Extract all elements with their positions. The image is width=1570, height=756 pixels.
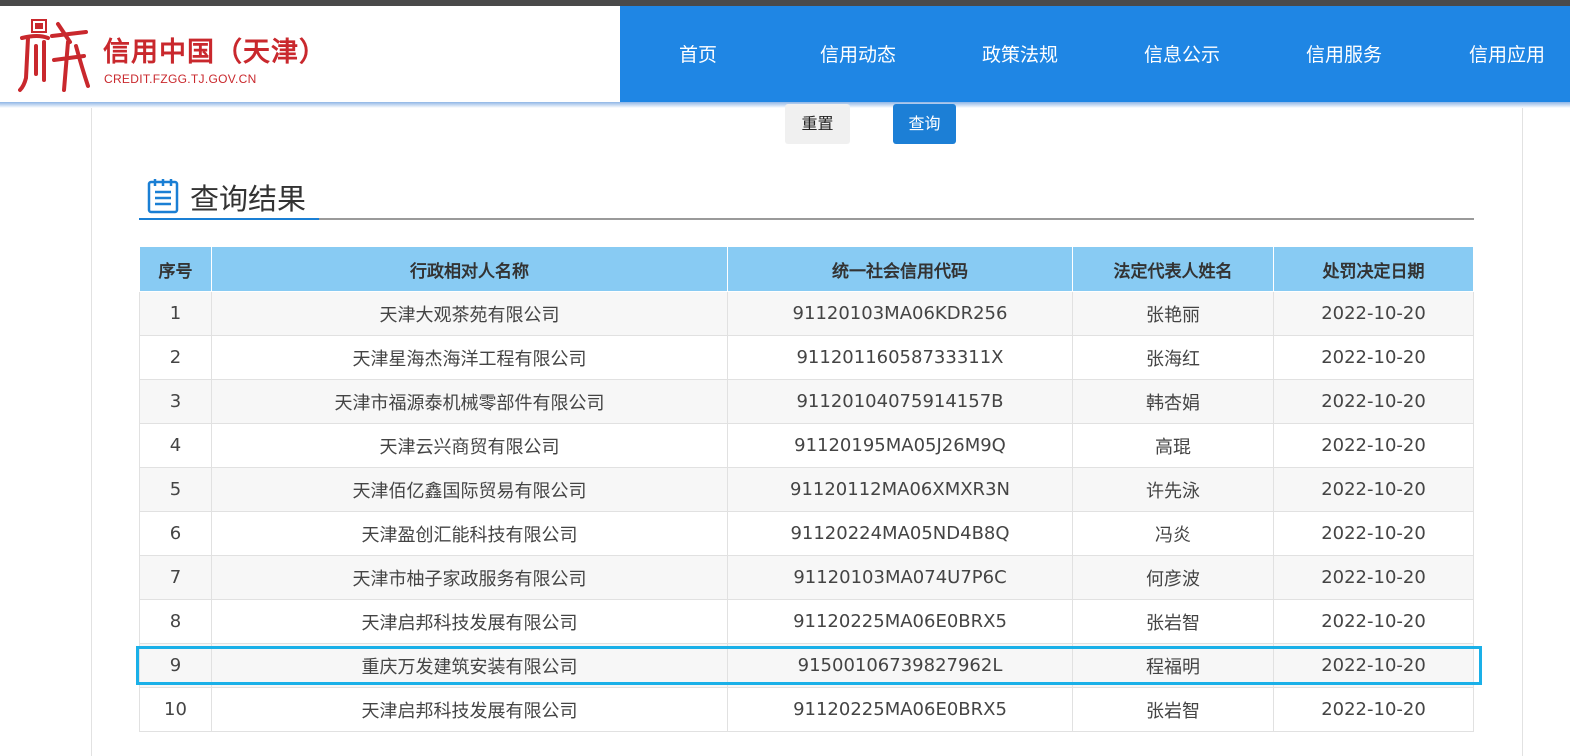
results-table: 序号 行政相对人名称 统一社会信用代码 法定代表人姓名 处罚决定日期 1 天津大观… — [139, 246, 1474, 732]
table-row[interactable]: 3 天津市福源泰机械零部件有限公司 91120104075914157B 韩杏娟 202… — [139, 379, 1474, 424]
results-section-header: 查询结果 — [139, 172, 1474, 220]
cell-decision-date: 2022-10-20 — [1273, 423, 1474, 468]
table-row[interactable]: 6 天津盈创汇能科技有限公司 91120224MA05ND4B8Q 冯炎 2022-10… — [139, 511, 1474, 556]
cell-decision-date: 2022-10-20 — [1273, 379, 1474, 424]
nav-item-policy[interactable]: 政策法规 — [982, 40, 1058, 67]
cell-decision-date: 2022-10-20 — [1273, 467, 1474, 512]
table-row[interactable]: 5 天津佰亿鑫国际贸易有限公司 91120112MA06XMXR3N 许先泳 2022-… — [139, 467, 1474, 512]
cell-credit-code: 91120225MA06E0BRX5 — [727, 687, 1073, 732]
cell-index: 6 — [139, 511, 212, 556]
cell-index: 8 — [139, 599, 212, 644]
cell-legal-rep: 高琨 — [1072, 423, 1274, 468]
cell-credit-code: 91500106739827962L — [727, 643, 1073, 688]
cell-credit-code: 91120103MA06KDR256 — [727, 291, 1073, 336]
cell-legal-rep: 张岩智 — [1072, 599, 1274, 644]
cell-name: 天津启邦科技发展有限公司 — [211, 687, 728, 732]
cell-legal-rep: 冯炎 — [1072, 511, 1274, 556]
logo-title: 信用中国（天津） — [103, 37, 327, 68]
cell-decision-date: 2022-10-20 — [1273, 291, 1474, 336]
cell-decision-date: 2022-10-20 — [1273, 511, 1474, 556]
column-header-index: 序号 — [139, 246, 212, 292]
column-header-credit-code: 统一社会信用代码 — [727, 246, 1073, 292]
cell-name: 天津云兴商贸有限公司 — [211, 423, 728, 468]
cell-legal-rep: 张岩智 — [1072, 687, 1274, 732]
column-header-decision-date: 处罚决定日期 — [1273, 246, 1474, 292]
nav-item-credit-service[interactable]: 信用服务 — [1306, 40, 1382, 67]
cell-name: 天津市柚子家政服务有限公司 — [211, 555, 728, 600]
cell-index: 3 — [139, 379, 212, 424]
table-row[interactable]: 8 天津启邦科技发展有限公司 91120225MA06E0BRX5 张岩智 2022-1… — [139, 599, 1474, 644]
query-button[interactable]: 查询 — [893, 104, 956, 144]
cell-decision-date: 2022-10-20 — [1273, 643, 1474, 688]
cell-index: 5 — [139, 467, 212, 512]
table-row[interactable]: 10 天津启邦科技发展有限公司 91120225MA06E0BRX5 张岩智 2022-… — [139, 687, 1474, 732]
section-divider — [139, 218, 1474, 220]
cell-decision-date: 2022-10-20 — [1273, 599, 1474, 644]
reset-button[interactable]: 重置 — [785, 104, 850, 144]
site-logo[interactable]: 信用中国（天津） CREDIT.FZGG.TJ.GOV.CN — [0, 6, 620, 102]
column-header-name: 行政相对人名称 — [211, 246, 728, 292]
nav-item-credit-news[interactable]: 信用动态 — [820, 40, 896, 67]
cell-index: 9 — [139, 643, 212, 688]
cell-name: 天津启邦科技发展有限公司 — [211, 599, 728, 644]
cell-name: 天津星海杰海洋工程有限公司 — [211, 335, 728, 380]
table-row[interactable]: 4 天津云兴商贸有限公司 91120195MA05J26M9Q 高琨 2022-10-2… — [139, 423, 1474, 468]
credit-seal-icon — [18, 19, 90, 92]
cell-legal-rep: 程福明 — [1072, 643, 1274, 688]
content-border-left — [91, 108, 92, 756]
cell-legal-rep: 许先泳 — [1072, 467, 1274, 512]
table-row[interactable]: 9 重庆万发建筑安装有限公司 91500106739827962L 程福明 2022-1… — [139, 643, 1474, 688]
cell-legal-rep: 张海红 — [1072, 335, 1274, 380]
cell-decision-date: 2022-10-20 — [1273, 335, 1474, 380]
document-list-icon — [147, 179, 179, 214]
table-row[interactable]: 7 天津市柚子家政服务有限公司 91120103MA074U7P6C 何彦波 2022-… — [139, 555, 1474, 600]
nav-item-home[interactable]: 首页 — [679, 40, 717, 67]
cell-credit-code: 91120104075914157B — [727, 379, 1073, 424]
content-border-right — [1522, 108, 1523, 756]
cell-index: 4 — [139, 423, 212, 468]
cell-credit-code: 91120225MA06E0BRX5 — [727, 599, 1073, 644]
cell-name: 天津佰亿鑫国际贸易有限公司 — [211, 467, 728, 512]
cell-legal-rep: 张艳丽 — [1072, 291, 1274, 336]
logo-subtitle: CREDIT.FZGG.TJ.GOV.CN — [104, 72, 257, 86]
cell-index: 2 — [139, 335, 212, 380]
table-header-row: 序号 行政相对人名称 统一社会信用代码 法定代表人姓名 处罚决定日期 — [139, 246, 1474, 292]
cell-credit-code: 91120116058733311X — [727, 335, 1073, 380]
cell-legal-rep: 韩杏娟 — [1072, 379, 1274, 424]
column-header-legal-rep: 法定代表人姓名 — [1072, 246, 1274, 292]
cell-index: 1 — [139, 291, 212, 336]
cell-decision-date: 2022-10-20 — [1273, 555, 1474, 600]
cell-credit-code: 91120195MA05J26M9Q — [727, 423, 1073, 468]
cell-name: 重庆万发建筑安装有限公司 — [211, 643, 728, 688]
cell-credit-code: 91120103MA074U7P6C — [727, 555, 1073, 600]
cell-index: 10 — [139, 687, 212, 732]
section-divider-accent — [139, 218, 319, 220]
cell-credit-code: 91120112MA06XMXR3N — [727, 467, 1073, 512]
cell-credit-code: 91120224MA05ND4B8Q — [727, 511, 1073, 556]
results-title: 查询结果 — [190, 182, 307, 216]
cell-decision-date: 2022-10-20 — [1273, 687, 1474, 732]
nav-item-credit-application[interactable]: 信用应用 — [1469, 40, 1545, 67]
cell-name: 天津市福源泰机械零部件有限公司 — [211, 379, 728, 424]
main-nav: 首页 信用动态 政策法规 信息公示 信用服务 信用应用 — [620, 6, 1570, 102]
table-row[interactable]: 2 天津星海杰海洋工程有限公司 91120116058733311X 张海红 2022-… — [139, 335, 1474, 380]
cell-name: 天津盈创汇能科技有限公司 — [211, 511, 728, 556]
table-row[interactable]: 1 天津大观茶苑有限公司 91120103MA06KDR256 张艳丽 2022-10-… — [139, 291, 1474, 336]
nav-item-disclosure[interactable]: 信息公示 — [1144, 40, 1220, 67]
cell-name: 天津大观茶苑有限公司 — [211, 291, 728, 336]
cell-legal-rep: 何彦波 — [1072, 555, 1274, 600]
cell-index: 7 — [139, 555, 212, 600]
